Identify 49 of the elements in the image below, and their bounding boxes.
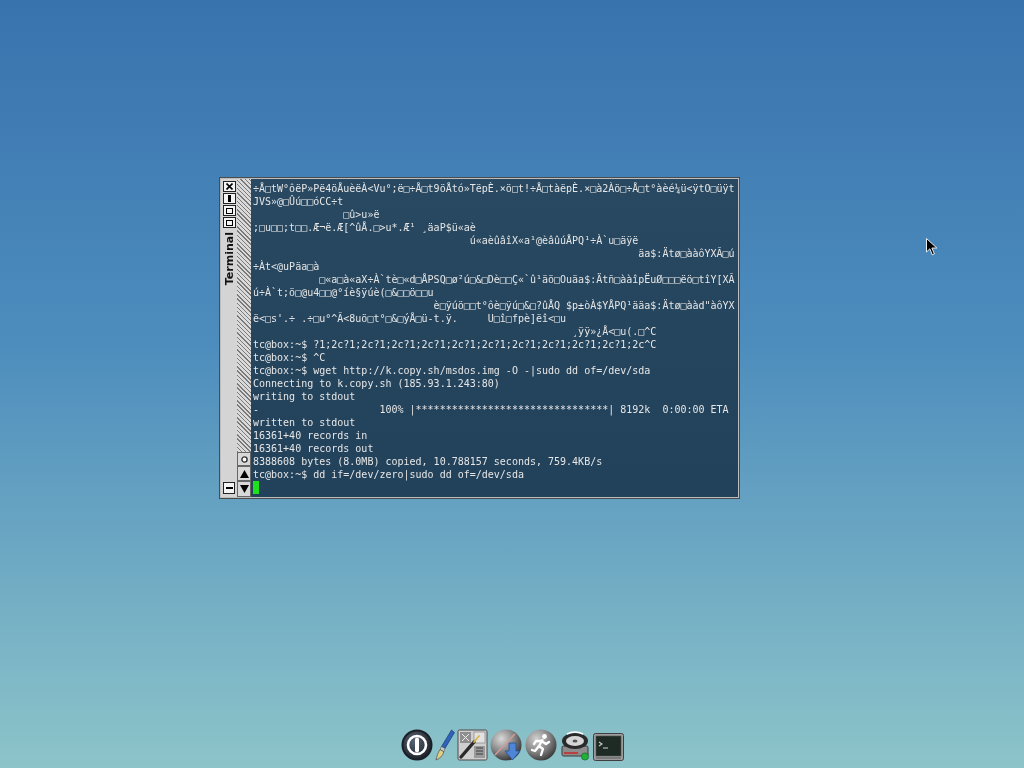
maximize-button[interactable] xyxy=(222,205,236,216)
terminal-line: 16361+40 records in xyxy=(253,429,369,442)
terminal-line: ÷Å□tW°ôëP»Pë4öÅuèëÀ<Vu°;ë□÷Å□t9öÅtó»TëpÈ.×ö□t!÷Å□tàëpÈ.×□à2Àö□÷Å□t°àèé¼ü<ÿtO□üÿt xyxy=(253,182,736,195)
terminal-line: □«a□à«aX÷À`tè□«d□ÅPSQ□ø²ú□&□Dè□□Ç«`û¹äö□Ouäa$:Ätñ□ààîpËuØ□□□ëö□tîY[XÃ xyxy=(318,273,736,286)
terminal-line: ÷Àt<@uPäa□à xyxy=(253,260,321,273)
running-figure-icon[interactable] xyxy=(524,729,557,761)
terminal-line: written to stdout xyxy=(253,416,357,429)
down-arrow-icon xyxy=(239,485,249,493)
up-arrow-icon xyxy=(239,469,249,478)
terminal-line: - 100% |********************************| 8192k 0:00:00 ETA xyxy=(253,403,730,416)
window-title: Terminal xyxy=(222,232,236,286)
minus-icon xyxy=(225,487,233,489)
terminal-line: □û>u»ë xyxy=(342,208,381,221)
terminal-line: 8388608 bytes (8.0MB) copied, 10.788157 seconds, 759.4KB/s xyxy=(253,455,604,468)
terminal-line: äa$:Ätø□ààôYXÃ□ú xyxy=(637,247,736,260)
minimize-button[interactable] xyxy=(222,193,236,204)
terminal-line: tc@box:~$ wget http://k.copy.sh/msdos.img -O -|sudo dd of=/dev/sda xyxy=(253,364,652,377)
terminal-line: è□ÿúö□□t°ôè□ÿú□&□?ûÅQ $p±òÀ$YÅPQ¹ääa$:Ätø□ààd"àôYX xyxy=(432,299,736,312)
terminal-line: ú«aèûâîX«a¹@èâûúÅPQ¹÷À`u□äÿë xyxy=(468,234,639,247)
terminal-line: 16361+40 records out xyxy=(253,442,375,455)
terminal-line: ¸ÿÿ»¿Å<□u(.□^C xyxy=(571,325,658,338)
mouse-pointer-icon xyxy=(926,238,938,256)
download-icon[interactable] xyxy=(489,729,523,761)
minimize-icon xyxy=(227,195,231,202)
text-cursor xyxy=(253,481,259,494)
shade-button[interactable] xyxy=(222,217,236,228)
square-icon xyxy=(225,207,233,214)
scroll-up-button[interactable] xyxy=(237,466,251,481)
close-icon xyxy=(225,183,233,190)
terminal-line: ú÷À`t;ö□@u4□□@°íè§ÿúè(□&□□ö□□u xyxy=(253,286,434,299)
collapse-button[interactable] xyxy=(223,482,235,494)
scroll-toggle-button[interactable] xyxy=(237,452,251,466)
terminal-icon[interactable] xyxy=(592,733,624,761)
terminal-line: ;□u□□;t□□.Æ¬ë.Æ[^ûÅ.□>u*.Æ¹ ¸äaP$ü«aè xyxy=(253,221,477,234)
terminal-line: ë<□s'.÷ .÷□u°^Ã<8uö□t°□&□ýÅ□ü-t.ÿ. U□î□fpè]ëî<□u xyxy=(253,312,568,325)
power-icon[interactable] xyxy=(400,729,433,761)
close-button[interactable] xyxy=(222,181,236,192)
paintbrush-icon[interactable] xyxy=(434,729,455,761)
terminal-line: writing to stdout xyxy=(253,390,357,403)
terminal-line: Connecting to k.copy.sh (185.93.1.243:80) xyxy=(253,377,501,390)
control-panel-icon[interactable] xyxy=(456,729,488,761)
terminal-line: tc@box:~$ ?1;2c?1;2c?1;2c?1;2c?1;2c?1;2c?1;2c?1;2c?1;2c?1;2c?1;2c^C xyxy=(253,338,658,351)
terminal-line: JVS»@□Ûú□□óCC÷t xyxy=(253,195,344,208)
square-icon xyxy=(225,219,233,226)
terminal-line: tc@box:~$ ^C xyxy=(253,351,327,364)
circle-icon xyxy=(240,455,248,463)
scroll-down-button[interactable] xyxy=(237,481,251,497)
terminal-line: tc@box:~$ dd if=/dev/zero|sudo dd of=/dev/sda xyxy=(253,468,525,481)
disk-drive-icon[interactable] xyxy=(558,729,591,761)
